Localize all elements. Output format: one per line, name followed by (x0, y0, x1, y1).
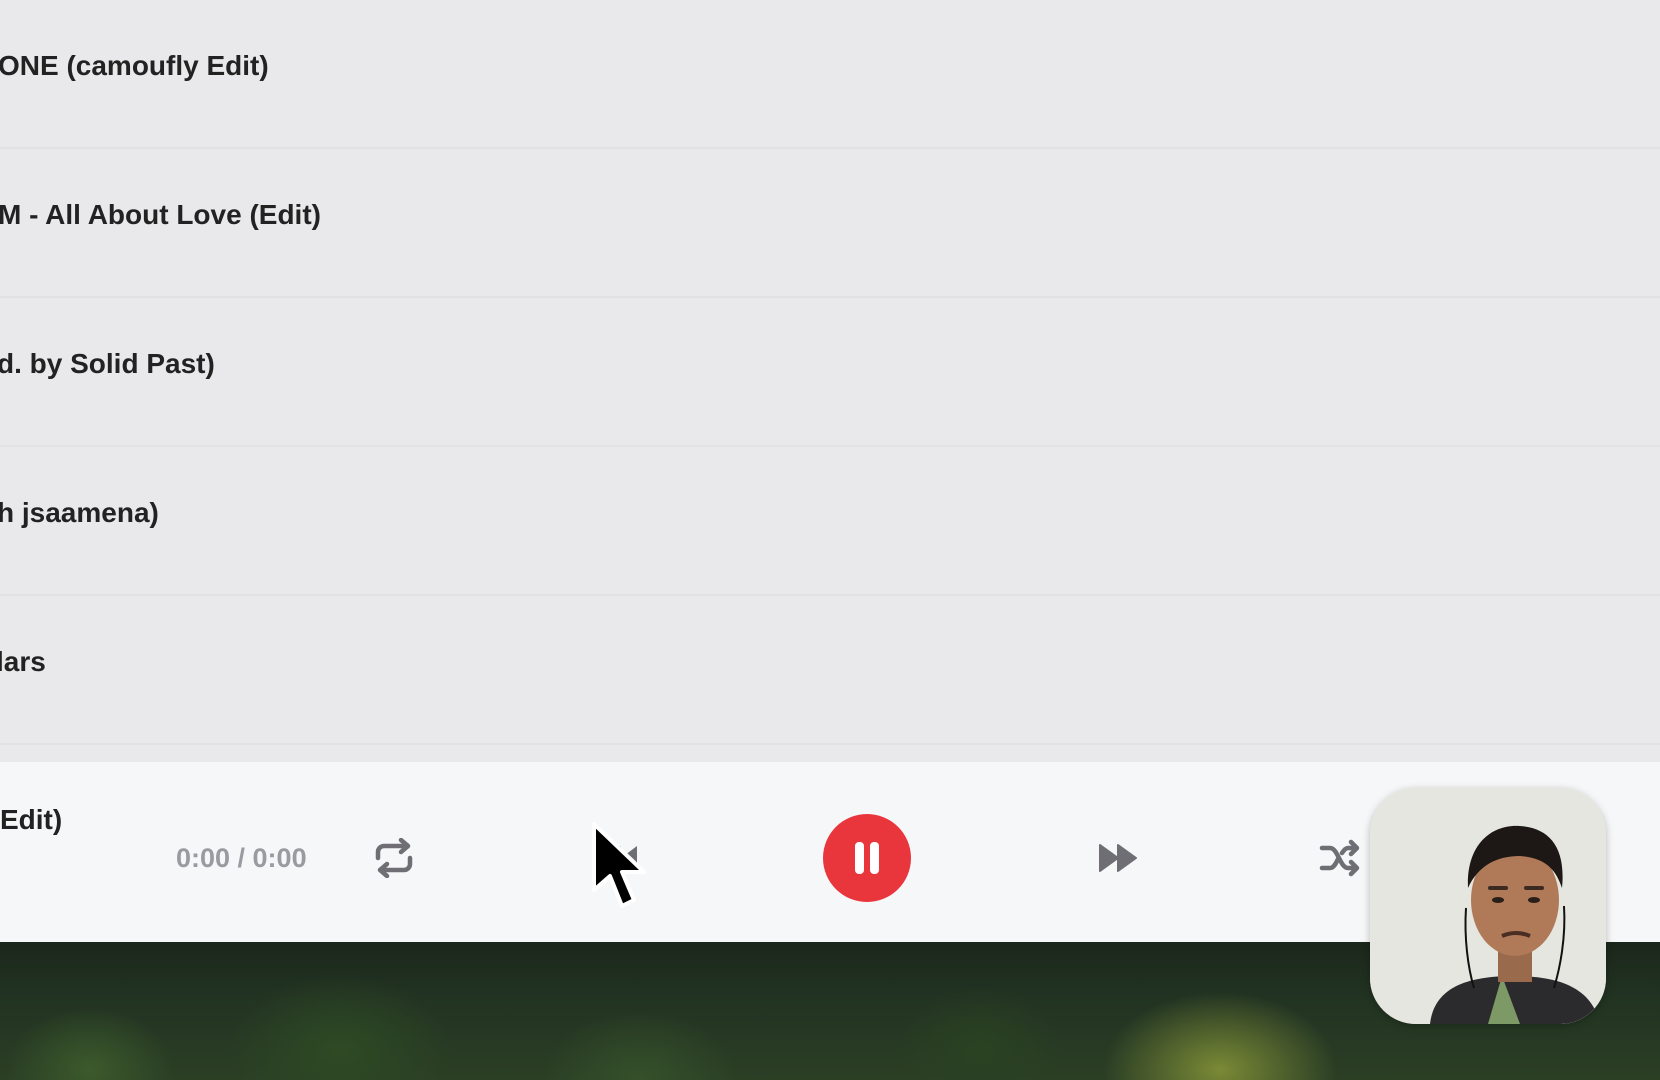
next-button[interactable] (1090, 832, 1146, 884)
person-image (1370, 788, 1606, 1024)
track-title: d. by Solid Past) (0, 348, 215, 379)
pause-button[interactable] (823, 814, 911, 902)
fast-forward-icon (1099, 844, 1137, 872)
repeat-button[interactable] (368, 832, 420, 884)
shuffle-button[interactable] (1314, 832, 1366, 884)
track-title: lars (0, 646, 46, 677)
mouse-cursor-icon (592, 822, 646, 908)
track-title: M - All About Love (Edit) (0, 199, 321, 230)
pause-icon (855, 842, 879, 874)
track-title: h jsaamena) (0, 497, 159, 528)
track-title: ONE (camoufly Edit) (0, 50, 269, 81)
time-readout: 0:00 / 0:00 (176, 843, 307, 873)
webcam-overlay (1370, 788, 1606, 1024)
now-playing-title: Edit) (0, 804, 63, 835)
repeat-icon (375, 838, 413, 878)
track-list: ONE (camoufly Edit) M - All About Love (… (0, 0, 1660, 762)
track-row[interactable]: ONE (camoufly Edit) (0, 0, 1660, 149)
track-row[interactable]: h jsaamena) (0, 447, 1660, 596)
track-row[interactable]: lars (0, 596, 1660, 745)
track-row[interactable]: M - All About Love (Edit) (0, 149, 1660, 298)
track-row[interactable]: d. by Solid Past) (0, 298, 1660, 447)
shuffle-icon (1319, 839, 1360, 877)
